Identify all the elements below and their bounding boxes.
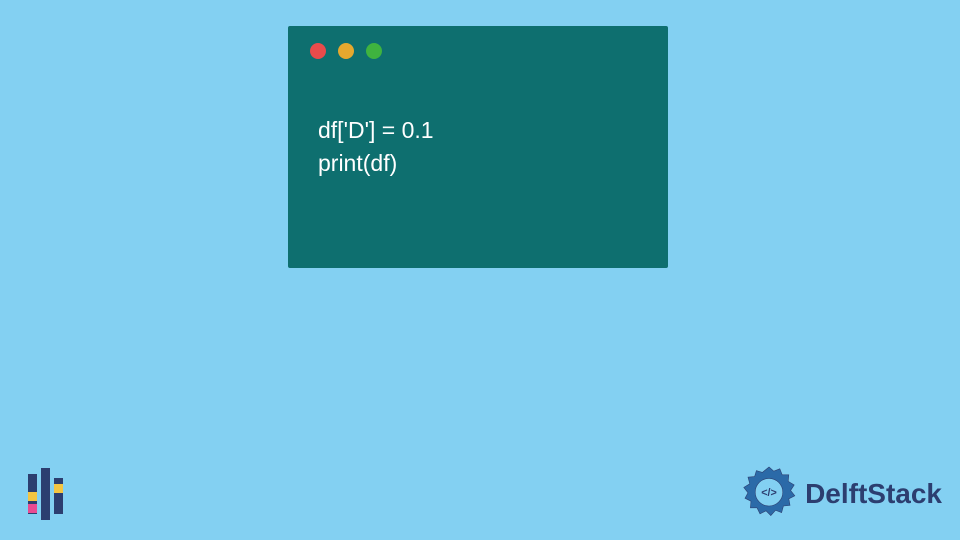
gear-icon: </> xyxy=(739,464,799,524)
svg-text:</>: </> xyxy=(761,487,777,499)
code-content: df['D'] = 0.1 print(df) xyxy=(288,76,668,219)
brand-logo-right: </> DelftStack xyxy=(739,464,942,524)
maximize-icon xyxy=(366,43,382,59)
brand-name: DelftStack xyxy=(805,478,942,510)
code-line-1: df['D'] = 0.1 xyxy=(318,114,638,147)
code-line-2: print(df) xyxy=(318,147,638,180)
window-controls xyxy=(288,26,668,76)
minimize-icon xyxy=(338,43,354,59)
code-window: df['D'] = 0.1 print(df) xyxy=(288,26,668,268)
brand-icon-left xyxy=(28,468,74,522)
close-icon xyxy=(310,43,326,59)
